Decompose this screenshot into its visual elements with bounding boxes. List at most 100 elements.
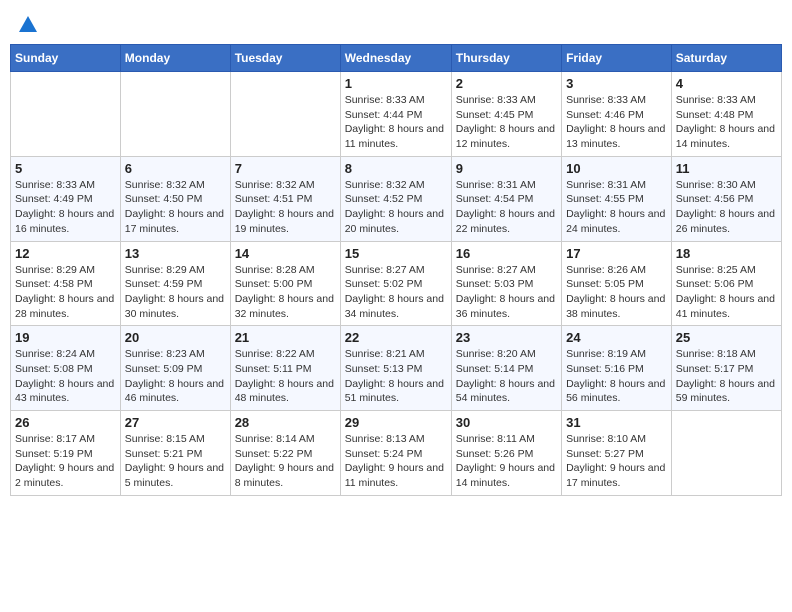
day-number: 5 [15, 161, 116, 176]
calendar-cell [120, 72, 230, 157]
calendar-cell: 6 Sunrise: 8:32 AM Sunset: 4:50 PM Daylig… [120, 156, 230, 241]
calendar-cell: 17 Sunrise: 8:26 AM Sunset: 5:05 PM Dayli… [562, 241, 672, 326]
day-number: 30 [456, 415, 557, 430]
calendar-cell: 21 Sunrise: 8:22 AM Sunset: 5:11 PM Dayli… [230, 326, 340, 411]
calendar-header-row: SundayMondayTuesdayWednesdayThursdayFrid… [11, 45, 782, 72]
day-info: Sunrise: 8:29 AM Sunset: 4:58 PM Dayligh… [15, 263, 116, 322]
week-row-2: 5 Sunrise: 8:33 AM Sunset: 4:49 PM Daylig… [11, 156, 782, 241]
day-info: Sunrise: 8:32 AM Sunset: 4:50 PM Dayligh… [125, 178, 226, 237]
day-number: 23 [456, 330, 557, 345]
day-number: 8 [345, 161, 447, 176]
day-info: Sunrise: 8:33 AM Sunset: 4:49 PM Dayligh… [15, 178, 116, 237]
calendar-table: SundayMondayTuesdayWednesdayThursdayFrid… [10, 44, 782, 496]
calendar-cell: 14 Sunrise: 8:28 AM Sunset: 5:00 PM Dayli… [230, 241, 340, 326]
day-info: Sunrise: 8:27 AM Sunset: 5:03 PM Dayligh… [456, 263, 557, 322]
calendar-cell: 2Sunrise: 8:33 AM Sunset: 4:45 PM Daylig… [451, 72, 561, 157]
day-info: Sunrise: 8:15 AM Sunset: 5:21 PM Dayligh… [125, 432, 226, 491]
day-number: 20 [125, 330, 226, 345]
day-info: Sunrise: 8:27 AM Sunset: 5:02 PM Dayligh… [345, 263, 447, 322]
logo [14, 14, 39, 32]
day-number: 7 [235, 161, 336, 176]
day-number: 6 [125, 161, 226, 176]
day-number: 4 [676, 76, 777, 91]
day-info: Sunrise: 8:21 AM Sunset: 5:13 PM Dayligh… [345, 347, 447, 406]
day-number: 2 [456, 76, 557, 91]
day-number: 10 [566, 161, 667, 176]
calendar-cell: 7 Sunrise: 8:32 AM Sunset: 4:51 PM Daylig… [230, 156, 340, 241]
calendar-cell: 3 Sunrise: 8:33 AM Sunset: 4:46 PM Daylig… [562, 72, 672, 157]
calendar-cell: 11 Sunrise: 8:30 AM Sunset: 4:56 PM Dayli… [671, 156, 781, 241]
day-info: Sunrise: 8:14 AM Sunset: 5:22 PM Dayligh… [235, 432, 336, 491]
calendar-cell: 8 Sunrise: 8:32 AM Sunset: 4:52 PM Daylig… [340, 156, 451, 241]
day-info: Sunrise: 8:28 AM Sunset: 5:00 PM Dayligh… [235, 263, 336, 322]
header-wednesday: Wednesday [340, 45, 451, 72]
day-number: 25 [676, 330, 777, 345]
calendar-cell: 9Sunrise: 8:31 AM Sunset: 4:54 PM Daylig… [451, 156, 561, 241]
day-number: 3 [566, 76, 667, 91]
week-row-5: 26 Sunrise: 8:17 AM Sunset: 5:19 PM Dayli… [11, 411, 782, 496]
calendar-cell: 20 Sunrise: 8:23 AM Sunset: 5:09 PM Dayli… [120, 326, 230, 411]
calendar-cell: 24 Sunrise: 8:19 AM Sunset: 5:16 PM Dayli… [562, 326, 672, 411]
day-number: 15 [345, 246, 447, 261]
day-number: 11 [676, 161, 777, 176]
day-info: Sunrise: 8:33 AM Sunset: 4:44 PM Dayligh… [345, 93, 447, 152]
logo-icon [17, 14, 39, 36]
header-saturday: Saturday [671, 45, 781, 72]
calendar-cell: 26 Sunrise: 8:17 AM Sunset: 5:19 PM Dayli… [11, 411, 121, 496]
header-friday: Friday [562, 45, 672, 72]
header-thursday: Thursday [451, 45, 561, 72]
day-number: 24 [566, 330, 667, 345]
calendar-cell: 22Sunrise: 8:21 AM Sunset: 5:13 PM Dayli… [340, 326, 451, 411]
day-info: Sunrise: 8:13 AM Sunset: 5:24 PM Dayligh… [345, 432, 447, 491]
calendar-cell: 16 Sunrise: 8:27 AM Sunset: 5:03 PM Dayli… [451, 241, 561, 326]
day-number: 13 [125, 246, 226, 261]
week-row-4: 19 Sunrise: 8:24 AM Sunset: 5:08 PM Dayli… [11, 326, 782, 411]
day-info: Sunrise: 8:19 AM Sunset: 5:16 PM Dayligh… [566, 347, 667, 406]
day-info: Sunrise: 8:23 AM Sunset: 5:09 PM Dayligh… [125, 347, 226, 406]
day-info: Sunrise: 8:33 AM Sunset: 4:46 PM Dayligh… [566, 93, 667, 152]
page-header [10, 10, 782, 36]
calendar-cell: 19 Sunrise: 8:24 AM Sunset: 5:08 PM Dayli… [11, 326, 121, 411]
week-row-1: 1 Sunrise: 8:33 AM Sunset: 4:44 PM Daylig… [11, 72, 782, 157]
day-number: 28 [235, 415, 336, 430]
day-info: Sunrise: 8:26 AM Sunset: 5:05 PM Dayligh… [566, 263, 667, 322]
day-info: Sunrise: 8:30 AM Sunset: 4:56 PM Dayligh… [676, 178, 777, 237]
day-info: Sunrise: 8:20 AM Sunset: 5:14 PM Dayligh… [456, 347, 557, 406]
day-number: 14 [235, 246, 336, 261]
header-sunday: Sunday [11, 45, 121, 72]
day-number: 1 [345, 76, 447, 91]
day-number: 17 [566, 246, 667, 261]
calendar-cell: 25 Sunrise: 8:18 AM Sunset: 5:17 PM Dayli… [671, 326, 781, 411]
calendar-cell [671, 411, 781, 496]
day-number: 26 [15, 415, 116, 430]
calendar-cell: 31Sunrise: 8:10 AM Sunset: 5:27 PM Dayli… [562, 411, 672, 496]
calendar-cell [11, 72, 121, 157]
calendar-cell: 23 Sunrise: 8:20 AM Sunset: 5:14 PM Dayli… [451, 326, 561, 411]
day-info: Sunrise: 8:31 AM Sunset: 4:54 PM Dayligh… [456, 178, 557, 237]
week-row-3: 12 Sunrise: 8:29 AM Sunset: 4:58 PM Dayli… [11, 241, 782, 326]
day-number: 19 [15, 330, 116, 345]
calendar-cell: 1 Sunrise: 8:33 AM Sunset: 4:44 PM Daylig… [340, 72, 451, 157]
day-number: 31 [566, 415, 667, 430]
calendar-cell: 27 Sunrise: 8:15 AM Sunset: 5:21 PM Dayli… [120, 411, 230, 496]
calendar-cell: 28 Sunrise: 8:14 AM Sunset: 5:22 PM Dayli… [230, 411, 340, 496]
day-info: Sunrise: 8:17 AM Sunset: 5:19 PM Dayligh… [15, 432, 116, 491]
day-info: Sunrise: 8:32 AM Sunset: 4:52 PM Dayligh… [345, 178, 447, 237]
calendar-cell: 30Sunrise: 8:11 AM Sunset: 5:26 PM Dayli… [451, 411, 561, 496]
header-monday: Monday [120, 45, 230, 72]
calendar-cell: 10Sunrise: 8:31 AM Sunset: 4:55 PM Dayli… [562, 156, 672, 241]
day-number: 27 [125, 415, 226, 430]
day-number: 21 [235, 330, 336, 345]
day-info: Sunrise: 8:18 AM Sunset: 5:17 PM Dayligh… [676, 347, 777, 406]
day-info: Sunrise: 8:29 AM Sunset: 4:59 PM Dayligh… [125, 263, 226, 322]
calendar-cell: 5 Sunrise: 8:33 AM Sunset: 4:49 PM Daylig… [11, 156, 121, 241]
day-number: 16 [456, 246, 557, 261]
calendar-cell: 15 Sunrise: 8:27 AM Sunset: 5:02 PM Dayli… [340, 241, 451, 326]
day-info: Sunrise: 8:24 AM Sunset: 5:08 PM Dayligh… [15, 347, 116, 406]
calendar-cell: 18Sunrise: 8:25 AM Sunset: 5:06 PM Dayli… [671, 241, 781, 326]
calendar-cell: 4Sunrise: 8:33 AM Sunset: 4:48 PM Daylig… [671, 72, 781, 157]
day-info: Sunrise: 8:22 AM Sunset: 5:11 PM Dayligh… [235, 347, 336, 406]
calendar-cell: 13 Sunrise: 8:29 AM Sunset: 4:59 PM Dayli… [120, 241, 230, 326]
day-number: 12 [15, 246, 116, 261]
day-info: Sunrise: 8:32 AM Sunset: 4:51 PM Dayligh… [235, 178, 336, 237]
